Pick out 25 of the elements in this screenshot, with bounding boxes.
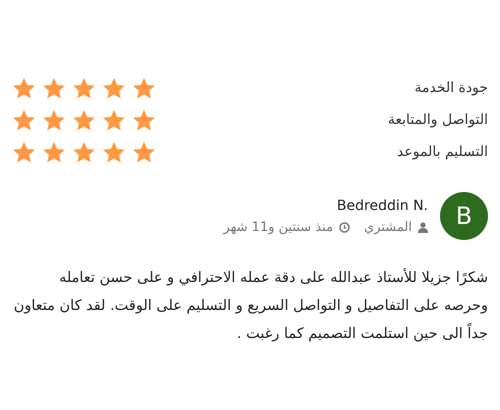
review-comment: شكرًا جزيلا للأستاذ عبدالله على دقة عمله الاحترافي و على حسن تعامله وحرصه على التفاصيل و التواصل السريع و التسليم على الوقت. لقد كان متعاون جداً الى حين استلمت التصميم كما رغبت . xyxy=(12,267,488,344)
clock-icon xyxy=(339,222,350,232)
rating-label: التواصل والمتابعة xyxy=(388,112,488,128)
star-icon xyxy=(72,76,96,100)
rating-label: جودة الخدمة xyxy=(414,80,488,96)
star-icon xyxy=(42,140,66,164)
star-icon xyxy=(12,140,36,164)
star-icon xyxy=(132,140,156,164)
avatar: B xyxy=(440,192,488,240)
star-icon xyxy=(42,108,66,132)
review-time: منذ سنتين و11 شهر xyxy=(223,220,334,234)
star-icon xyxy=(132,76,156,100)
reviewer-role: المشتري xyxy=(364,220,412,234)
star-icon xyxy=(132,108,156,132)
star-icon xyxy=(12,108,36,132)
star-icon xyxy=(72,140,96,164)
reviewer-name: Bedreddin N. xyxy=(336,198,428,214)
star-icon xyxy=(42,76,66,100)
user-icon xyxy=(418,222,428,232)
star-icon xyxy=(102,108,126,132)
star-icon xyxy=(72,108,96,132)
star-icon xyxy=(102,140,126,164)
star-icon xyxy=(12,76,36,100)
rating-label: التسليم بالموعد xyxy=(397,144,488,160)
star-icon xyxy=(102,76,126,100)
